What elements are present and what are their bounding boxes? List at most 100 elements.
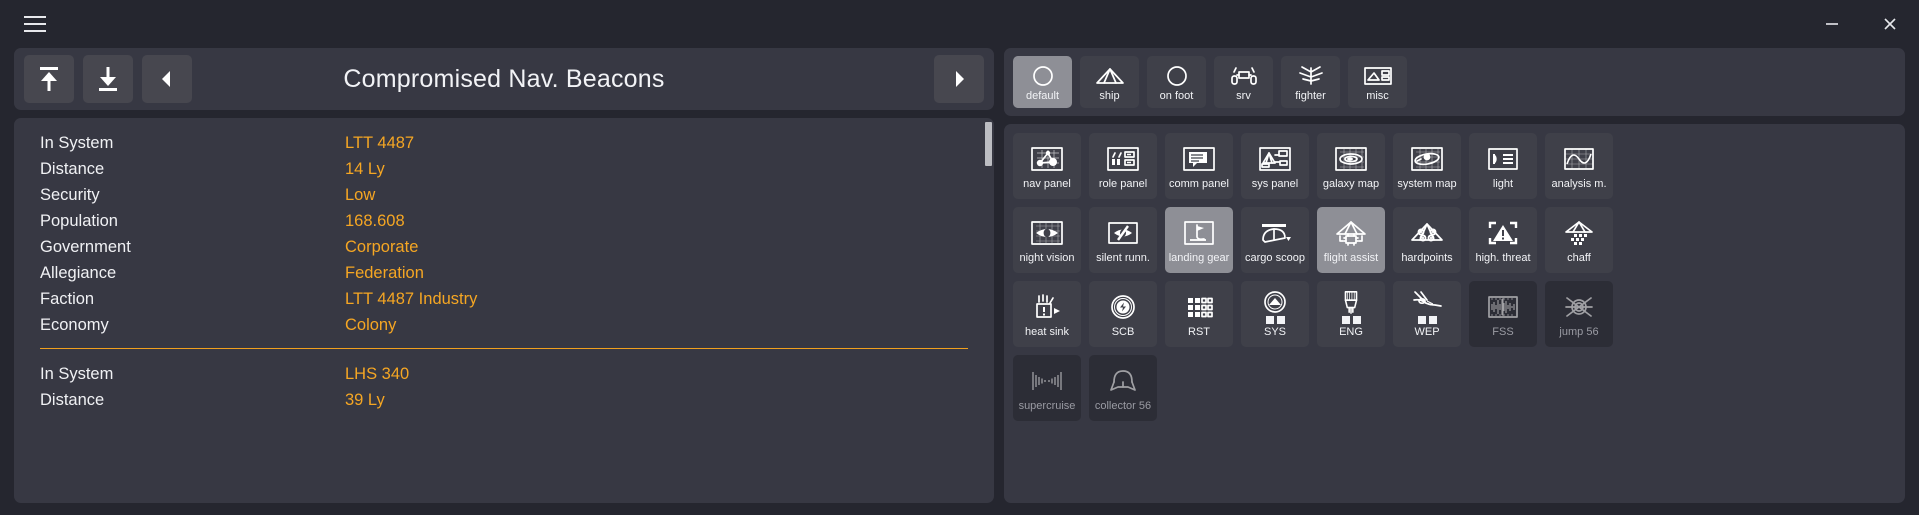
action-cargo-scoop[interactable]: cargo scoop [1241, 207, 1309, 273]
main-shell: Compromised Nav. Beacons In System LTT 44… [0, 48, 1919, 515]
action-landing-gear[interactable]: landing gear [1165, 207, 1233, 273]
action-rst[interactable]: RST [1165, 281, 1233, 347]
galaxy-map-icon [1334, 142, 1368, 176]
tab-label: srv [1236, 89, 1251, 102]
pip-indicator [1417, 316, 1437, 324]
table-row: In System LTT 4487 [40, 130, 968, 156]
engines-pips-icon [1338, 290, 1364, 324]
action-wep[interactable]: WEP [1393, 281, 1461, 347]
action-comm-panel[interactable]: comm panel [1165, 133, 1233, 199]
action-label: analysis m. [1551, 178, 1607, 190]
minimize-icon[interactable] [1803, 0, 1861, 48]
system-group[interactable]: In System LTT 4487 Distance 14 Ly Security Lo… [14, 130, 994, 338]
action-system-map[interactable]: system map [1393, 133, 1461, 199]
action-label: SYS [1263, 326, 1286, 338]
action-heat-sink[interactable]: heat sink [1013, 281, 1081, 347]
action-chaff[interactable]: chaff [1545, 207, 1613, 273]
hamburger-icon[interactable] [18, 7, 52, 41]
action-galaxy-map[interactable]: galaxy map [1317, 133, 1385, 199]
systems-pips-icon [1260, 290, 1290, 324]
action-collector-56[interactable]: collector 56 [1089, 355, 1157, 421]
row-key: Government [40, 237, 131, 256]
action-label: system map [1397, 178, 1457, 190]
pip [1352, 316, 1361, 324]
action-label: jump 56 [1559, 326, 1599, 338]
close-icon[interactable] [1861, 0, 1919, 48]
action-label: silent runn. [1096, 252, 1150, 264]
action-high-threat[interactable]: high. threat [1469, 207, 1537, 273]
action-nav-panel[interactable]: nav panel [1013, 133, 1081, 199]
table-row: Faction LTT 4487 Industry [40, 286, 968, 312]
action-label: high. threat [1475, 252, 1531, 264]
pip [1428, 316, 1437, 324]
system-list[interactable]: In System LTT 4487 Distance 14 Ly Security Lo… [14, 118, 994, 503]
jump-to-bottom-button[interactable] [83, 55, 133, 103]
list-scrollbar-thumb[interactable] [985, 122, 992, 166]
tab-misc[interactable]: misc [1348, 56, 1407, 108]
window-controls [1803, 0, 1919, 48]
table-row: Distance 14 Ly [40, 156, 968, 182]
action-supercruise[interactable]: supercruise [1013, 355, 1081, 421]
action-label: cargo scoop [1245, 252, 1305, 264]
system-group[interactable]: In System LHS 340 Distance 39 Ly [14, 361, 994, 413]
toolbar-left-buttons [24, 55, 192, 103]
row-value: 14 Ly [345, 159, 385, 178]
hamburger-bar [24, 30, 46, 32]
list-scrollbar[interactable] [985, 118, 994, 503]
action-label: SCB [1111, 326, 1135, 338]
action-sys[interactable]: SYS [1241, 281, 1309, 347]
action-silent-runn-[interactable]: silent runn. [1089, 207, 1157, 273]
tab-fighter[interactable]: fighter [1281, 56, 1340, 108]
row-value: Federation [345, 263, 424, 282]
next-button[interactable] [934, 55, 984, 103]
action-label: RST [1188, 326, 1210, 338]
action-label: heat sink [1024, 326, 1070, 338]
chaff-icon [1562, 216, 1596, 250]
shield-cell-icon [1106, 290, 1140, 324]
tab-default[interactable]: default [1013, 56, 1072, 108]
action-analysis-m-[interactable]: analysis m. [1545, 133, 1613, 199]
weapons-pips-icon [1411, 290, 1443, 324]
row-key: Faction [40, 289, 95, 308]
action-role-panel[interactable]: role panel [1089, 133, 1157, 199]
tab-label: default [1025, 89, 1060, 102]
action-eng[interactable]: ENG [1317, 281, 1385, 347]
category-tabs: default ship on foot srv fighter misc [1004, 48, 1905, 116]
circle-icon [1031, 63, 1055, 89]
action-light[interactable]: light [1469, 133, 1537, 199]
circle-icon [1165, 63, 1189, 89]
action-label: flight assist [1323, 252, 1379, 264]
fighter-icon [1296, 63, 1326, 89]
tab-label: ship [1099, 89, 1120, 102]
title-bar [0, 0, 1919, 48]
table-row: In System LHS 340 [40, 361, 968, 387]
jump-to-top-button[interactable] [24, 55, 74, 103]
row-key: In System [40, 133, 114, 152]
action-sys-panel[interactable]: sys panel [1241, 133, 1309, 199]
tab-ship[interactable]: ship [1080, 56, 1139, 108]
action-fss[interactable]: FSS [1469, 281, 1537, 347]
action-scb[interactable]: SCB [1089, 281, 1157, 347]
table-row: Allegiance Federation [40, 260, 968, 286]
table-row: Economy Colony [40, 312, 968, 338]
table-row: Security Low [40, 182, 968, 208]
action-label: supercruise [1018, 400, 1076, 412]
previous-button[interactable] [142, 55, 192, 103]
srv-icon [1229, 63, 1259, 89]
action-hardpoints[interactable]: hardpoints [1393, 207, 1461, 273]
row-value: Colony [345, 315, 397, 334]
tab-srv[interactable]: srv [1214, 56, 1273, 108]
system-list-card: In System LTT 4487 Distance 14 Ly Security Lo… [14, 118, 994, 503]
pip [1417, 316, 1426, 324]
action-label: nav panel [1023, 178, 1071, 190]
pip [1341, 316, 1350, 324]
pip [1276, 316, 1285, 324]
tab-label: misc [1366, 89, 1389, 102]
action-flight-assist[interactable]: flight assist [1317, 207, 1385, 273]
list-toolbar: Compromised Nav. Beacons [14, 48, 994, 110]
tab-on-foot[interactable]: on foot [1147, 56, 1206, 108]
pip-indicator [1341, 316, 1361, 324]
row-value: LTT 4487 [345, 133, 415, 152]
action-night-vision[interactable]: night vision [1013, 207, 1081, 273]
action-jump-56[interactable]: jump 56 [1545, 281, 1613, 347]
